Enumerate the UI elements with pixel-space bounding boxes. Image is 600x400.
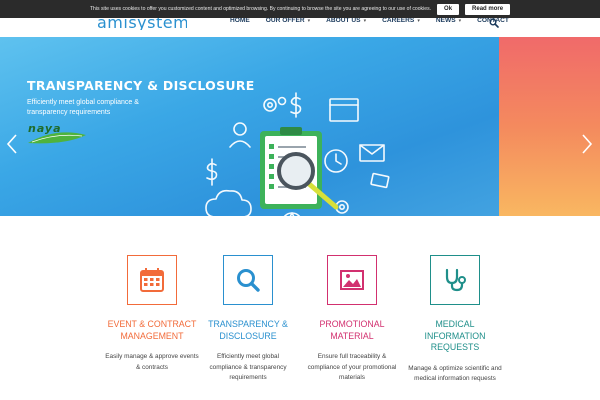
hero-title: TRANSPARENCY & DISCLOSURE <box>27 78 255 93</box>
feature-promotional: PROMOTIONAL MATERIAL Ensure full traceab… <box>304 255 400 384</box>
nav-label: ABOUT US <box>326 17 361 24</box>
calendar-icon <box>140 268 164 292</box>
nav-item-about-us[interactable]: ABOUT US ▾ <box>318 17 374 24</box>
cookie-message: This site uses cookies to offer you cust… <box>89 6 432 12</box>
chevron-right-icon <box>582 134 593 154</box>
main-nav: HOME OUR OFFER ▾ ABOUT US ▾ CAREERS ▾ NEWS ▾… <box>222 17 517 24</box>
nav-item-news[interactable]: NEWS ▾ <box>428 17 469 24</box>
previous-slide-arrow[interactable] <box>6 134 18 154</box>
chevron-down-icon: ▾ <box>458 17 462 24</box>
feature-transparency: TRANSPARENCY & DISCLOSURE Efficiently me… <box>200 255 296 384</box>
nav-label: NEWS <box>435 17 456 24</box>
feature-event-contract: EVENT & CONTRACT MANAGEMENT Easily manag… <box>104 255 200 373</box>
nav-label: CAREERS <box>382 17 415 24</box>
nav-item-our-offer[interactable]: OUR OFFER ▾ <box>258 17 318 24</box>
hero-slider: TRANSPARENCY & DISCLOSURE Efficiently me… <box>0 37 600 216</box>
chevron-down-icon: ▾ <box>417 17 420 24</box>
feature-title[interactable]: MEDICAL INFORMATION REQUESTS <box>407 319 503 354</box>
nav-item-home[interactable]: HOME <box>222 17 258 24</box>
next-slide-arrow[interactable] <box>581 134 593 154</box>
feature-description: Easily manage & approve events & contrac… <box>105 353 199 371</box>
feature-icon-box[interactable] <box>430 255 480 305</box>
feature-description: Ensure full traceability & compliance of… <box>307 353 397 381</box>
feature-medical-info: MEDICAL INFORMATION REQUESTS Manage & op… <box>407 255 503 385</box>
chevron-down-icon: ▾ <box>307 17 311 24</box>
product-logo: naya <box>26 122 88 144</box>
clipboard-magnifier-icon <box>205 92 390 216</box>
feature-icon-box[interactable] <box>223 255 273 305</box>
feature-icon-box[interactable] <box>127 255 177 305</box>
leaf-icon <box>28 132 86 144</box>
cookie-ok-button[interactable]: Ok <box>437 3 460 15</box>
chevron-left-icon <box>6 134 17 154</box>
image-icon <box>340 270 364 290</box>
next-slide-preview <box>499 37 600 216</box>
feature-description: Efficiently meet global compliance & tra… <box>209 353 287 381</box>
feature-title[interactable]: TRANSPARENCY & DISCLOSURE <box>200 319 296 342</box>
nav-label: OUR OFFER <box>265 17 305 24</box>
search-icon <box>489 18 499 28</box>
feature-description: Manage & optimize scientific and medical… <box>408 364 502 383</box>
cookie-read-more-button[interactable]: Read more <box>465 3 511 15</box>
chevron-down-icon: ▾ <box>363 17 367 24</box>
feature-icon-box[interactable] <box>327 255 377 305</box>
nav-label: HOME <box>230 17 250 24</box>
search-icon <box>237 269 260 292</box>
feature-title[interactable]: EVENT & CONTRACT MANAGEMENT <box>104 319 200 342</box>
hero-subtitle: Efficiently meet global compliance & tra… <box>27 99 139 116</box>
nav-item-careers[interactable]: CAREERS ▾ <box>374 17 428 24</box>
stethoscope-icon <box>445 268 466 292</box>
cookie-bar: This site uses cookies to offer you cust… <box>0 0 600 18</box>
feature-title[interactable]: PROMOTIONAL MATERIAL <box>304 319 400 342</box>
